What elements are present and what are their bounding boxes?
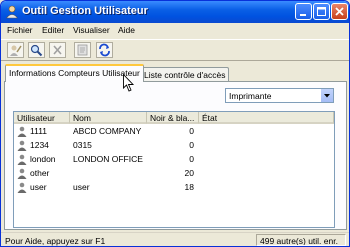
close-icon (335, 7, 344, 16)
device-select-value: Imprimante (229, 91, 272, 101)
delete-icon (53, 45, 62, 55)
title-bar[interactable]: Outil Gestion Utilisateur (1, 1, 349, 23)
user-icon (17, 126, 27, 137)
menu-aide[interactable]: Aide (118, 25, 135, 35)
status-bar: Pour Aide, appuyez sur F1 499 autre(s) u… (1, 232, 349, 246)
search-button[interactable] (28, 42, 45, 58)
refresh-icon (99, 43, 110, 57)
search-icon (30, 44, 43, 57)
tab-label: Liste contrôle d'accès (144, 70, 226, 80)
cell-user: user (30, 182, 47, 192)
user-icon (17, 168, 27, 179)
cell-count: 20 (184, 168, 194, 178)
refresh-button[interactable] (96, 42, 113, 58)
close-button[interactable] (331, 3, 348, 20)
delete-button[interactable] (49, 42, 66, 58)
properties-button[interactable] (74, 42, 91, 58)
cell-count: 18 (184, 182, 194, 192)
minimize-icon (300, 14, 306, 16)
cell-count: 0 (189, 140, 194, 150)
toolbar (1, 39, 349, 61)
user-icon (17, 182, 27, 193)
cell-name: user (73, 182, 90, 192)
device-select[interactable]: Imprimante (225, 88, 334, 103)
status-count-panel: 499 autre(s) util. enr. (256, 234, 346, 246)
table-row[interactable]: 1234 0315 0 (14, 139, 334, 153)
user-list[interactable]: Utilisateur Nom Noir & bla... État 1111 … (13, 111, 335, 228)
app-icon (5, 5, 19, 19)
cell-name: 0315 (73, 140, 92, 150)
menu-editer[interactable]: Editer (42, 25, 64, 35)
cell-user: london (30, 154, 56, 164)
table-row[interactable]: 1111 ABCD COMPANY 0 (14, 125, 334, 139)
minimize-button[interactable] (295, 3, 312, 20)
tab-label: Informations Compteurs Utilisateur (9, 68, 140, 78)
edit-user-button[interactable] (7, 42, 24, 58)
cell-user: 1111 (30, 126, 48, 136)
dropdown-button[interactable] (320, 89, 333, 102)
column-header-utilisateur[interactable]: Utilisateur (14, 112, 70, 124)
menu-visualiser[interactable]: Visualiser (73, 25, 110, 35)
cell-count: 0 (189, 126, 194, 136)
maximize-icon (317, 7, 326, 16)
cell-name: LONDON OFFICE (73, 154, 143, 164)
status-count: 499 autre(s) util. enr. (260, 236, 338, 246)
menu-bar: Fichier Editer Visualiser Aide (1, 23, 349, 38)
user-icon (17, 140, 27, 151)
table-row[interactable]: other 20 (14, 167, 334, 181)
window-title: Outil Gestion Utilisateur (22, 5, 148, 17)
chevron-down-icon (324, 94, 330, 98)
mouse-cursor-icon (123, 74, 135, 92)
properties-icon (77, 44, 88, 56)
main-window: Outil Gestion Utilisateur Fichier Editer… (0, 0, 350, 247)
cell-count: 0 (189, 154, 194, 164)
cell-user: other (30, 168, 50, 178)
table-row[interactable]: user user 18 (14, 181, 334, 195)
edit-user-icon (10, 45, 22, 56)
user-icon (17, 154, 27, 165)
cell-name: ABCD COMPANY (73, 126, 142, 136)
column-header-etat[interactable]: État (199, 112, 334, 124)
column-header-noir-blanc[interactable]: Noir & bla... (147, 112, 199, 124)
status-help-text: Pour Aide, appuyez sur F1 (5, 236, 106, 246)
column-header-nom[interactable]: Nom (70, 112, 147, 124)
cell-user: 1234 (30, 140, 49, 150)
menu-fichier[interactable]: Fichier (7, 25, 33, 35)
table-row[interactable]: london LONDON OFFICE 0 (14, 153, 334, 167)
maximize-button[interactable] (313, 3, 330, 20)
